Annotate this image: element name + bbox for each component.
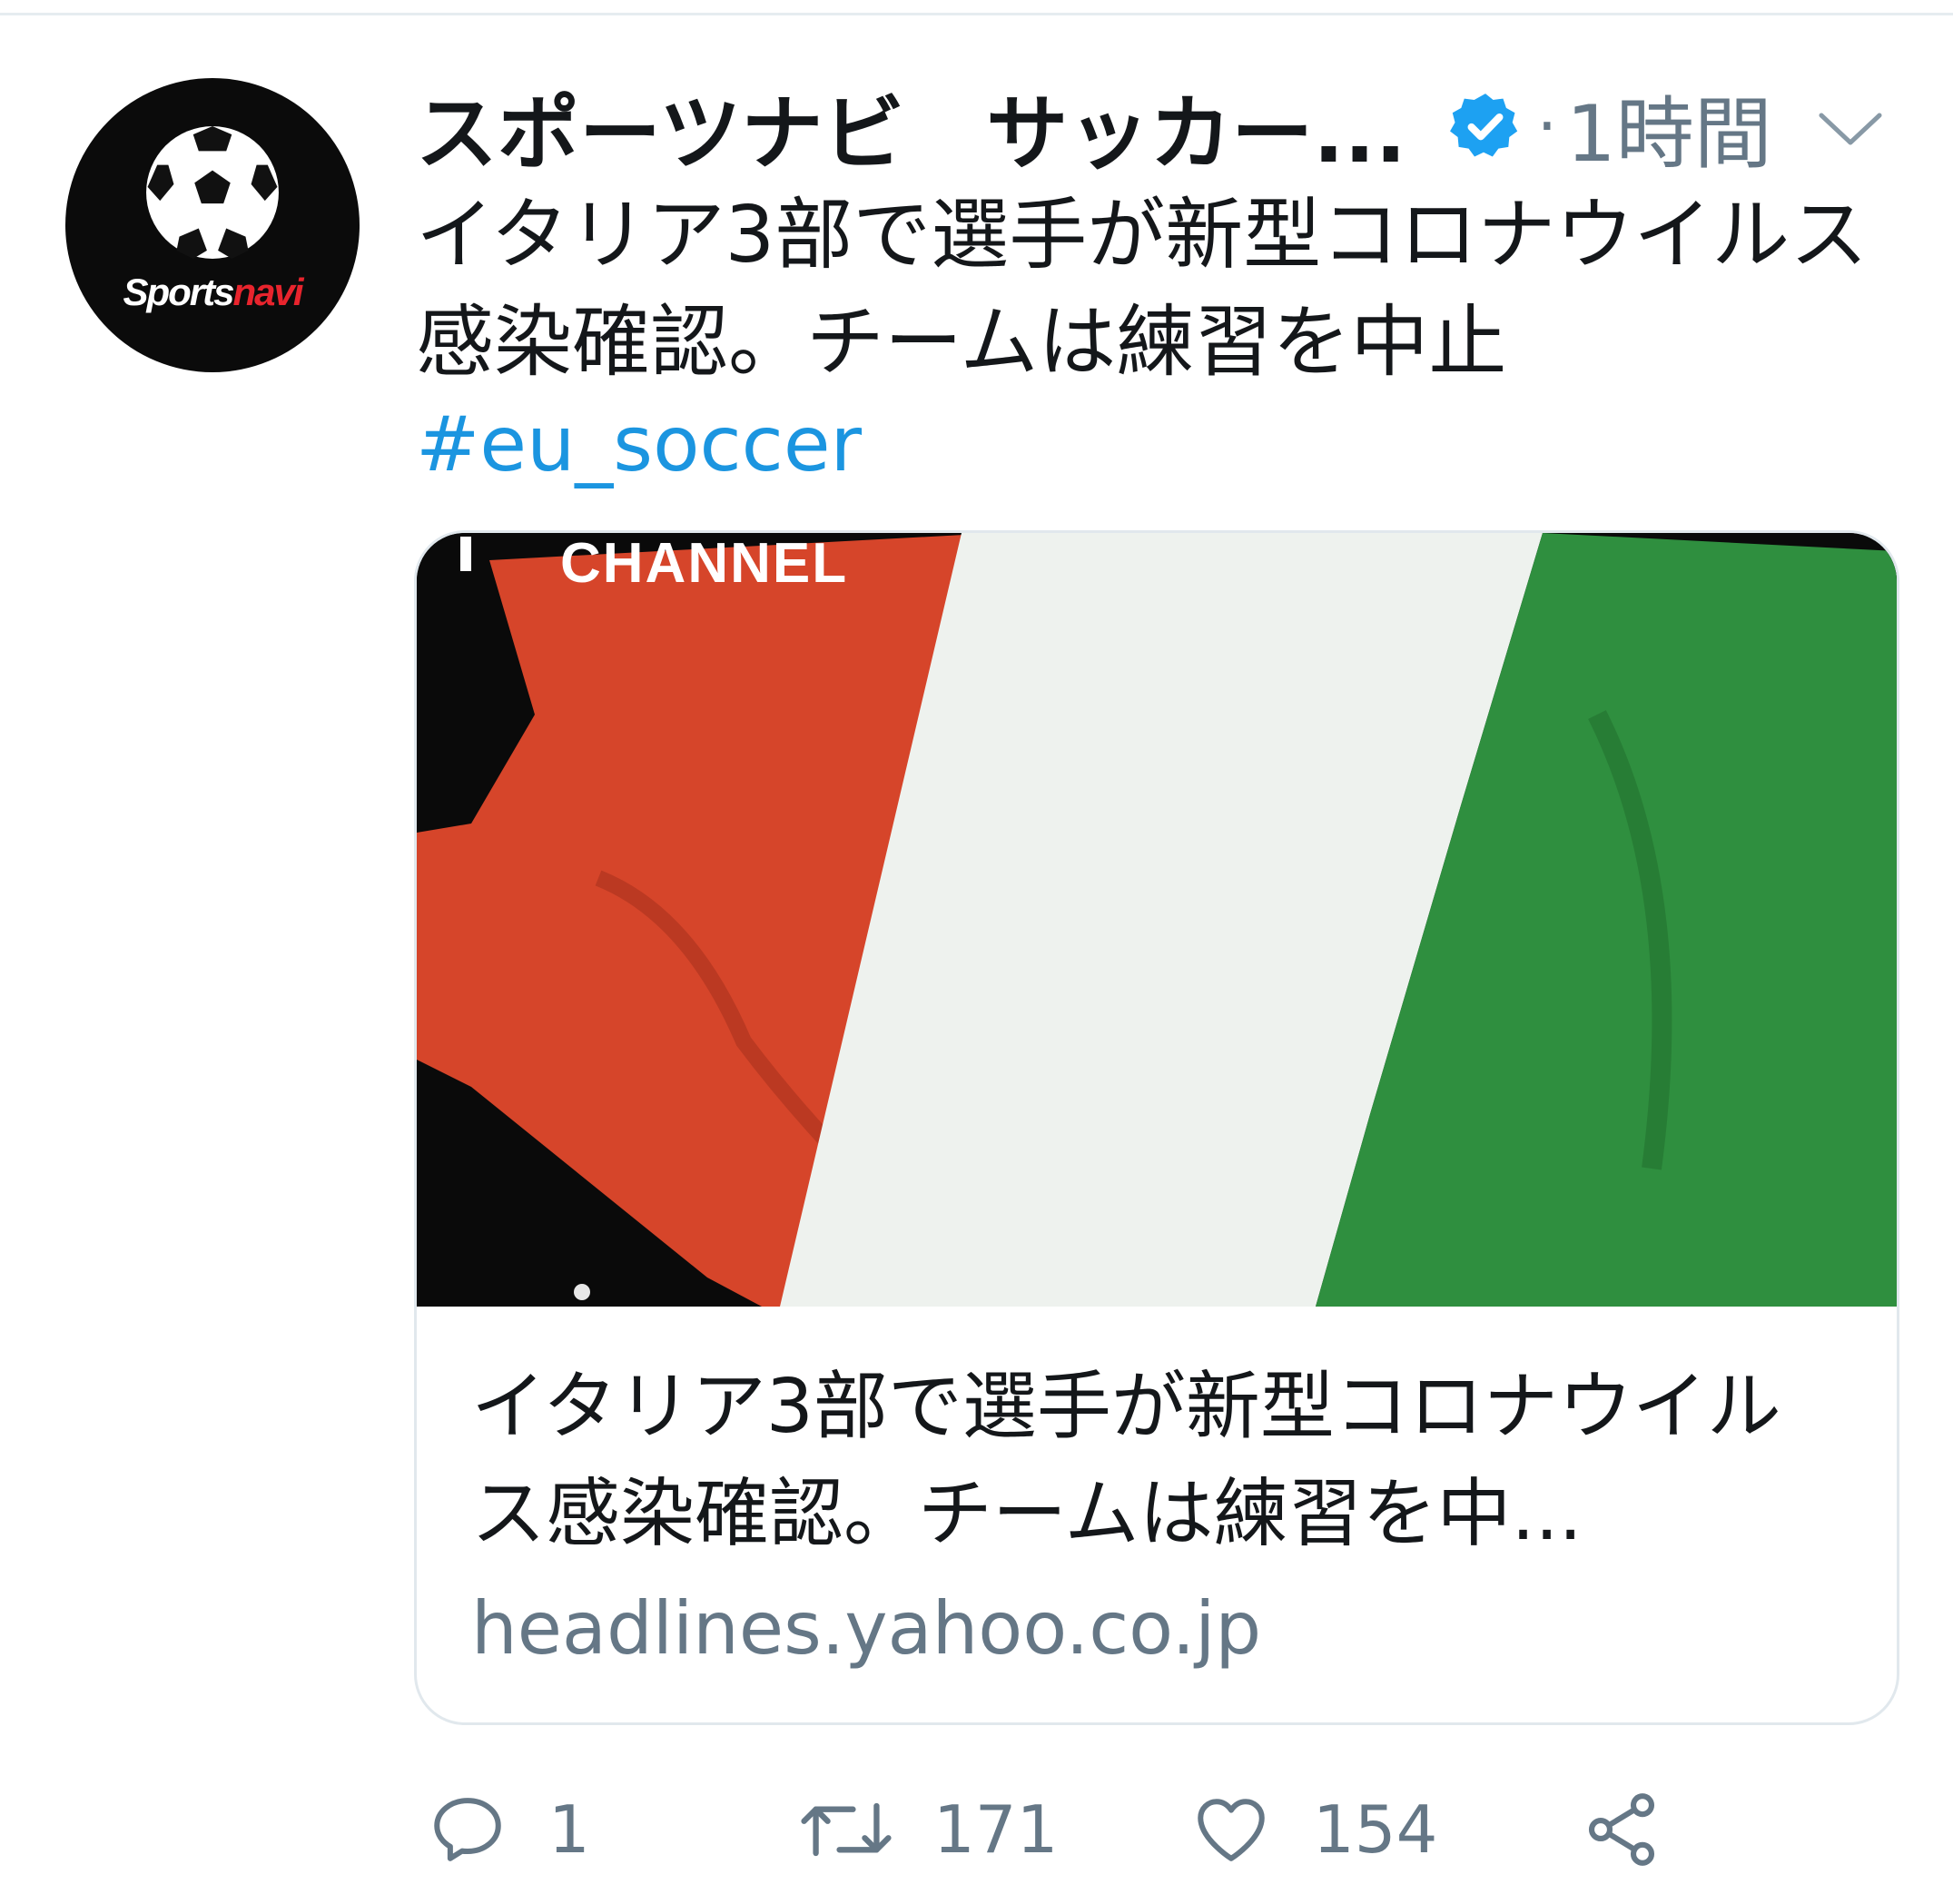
logo-part-navi: navi — [232, 271, 303, 313]
card-domain: headlines.yahoo.co.jp — [471, 1586, 1262, 1671]
retweet-icon — [801, 1802, 892, 1857]
share-button[interactable] — [1580, 1780, 1663, 1879]
image-caption-text: CHANNEL — [560, 533, 849, 595]
avatar[interactable]: Sportsnavi — [65, 78, 360, 372]
card-title: イタリア3部で選手が新型コロナウイルス感染確認。チームは練習を中... — [471, 1364, 1781, 1557]
tweet-text: イタリア3部で選手が新型コロナウイルス感染確認。チームは練習を中止 — [416, 190, 1869, 388]
dot-separator: · — [1536, 89, 1558, 163]
link-preview-card[interactable]: CHANNEL イタリア3部で選手が新型コロナウイルス感染確認。チームは練習を中… — [414, 530, 1899, 1725]
author-name[interactable]: スポーツナビ サッカー... — [416, 67, 1406, 185]
more-options-button[interactable] — [1814, 98, 1887, 162]
chevron-down-icon — [1819, 113, 1882, 145]
reply-button[interactable]: 1 — [427, 1780, 590, 1879]
verified-badge-icon — [1448, 89, 1523, 163]
italian-flag-image — [417, 533, 1897, 1307]
reply-icon — [434, 1798, 501, 1861]
soccer-ball-icon — [146, 126, 279, 259]
retweet-button[interactable]: 171 — [799, 1780, 1058, 1879]
heart-icon — [1198, 1799, 1265, 1861]
retweet-count: 171 — [933, 1791, 1059, 1868]
like-button[interactable]: 154 — [1189, 1780, 1437, 1879]
card-image: CHANNEL — [417, 533, 1897, 1307]
avatar-logo: Sportsnavi — [65, 271, 360, 314]
tweet-actions: 1 171 154 — [418, 1780, 1953, 1879]
tweet-timestamp[interactable]: 1時間 — [1566, 70, 1772, 183]
top-divider — [0, 0, 1953, 15]
logo-part-sports: Sports — [123, 271, 234, 313]
like-count: 154 — [1313, 1791, 1438, 1868]
tweet-header: スポーツナビ サッカー... · 1時間 — [416, 76, 1887, 182]
hashtag-link[interactable]: #eu_soccer — [416, 400, 862, 488]
share-icon — [1588, 1793, 1655, 1866]
reply-count: 1 — [548, 1791, 590, 1868]
